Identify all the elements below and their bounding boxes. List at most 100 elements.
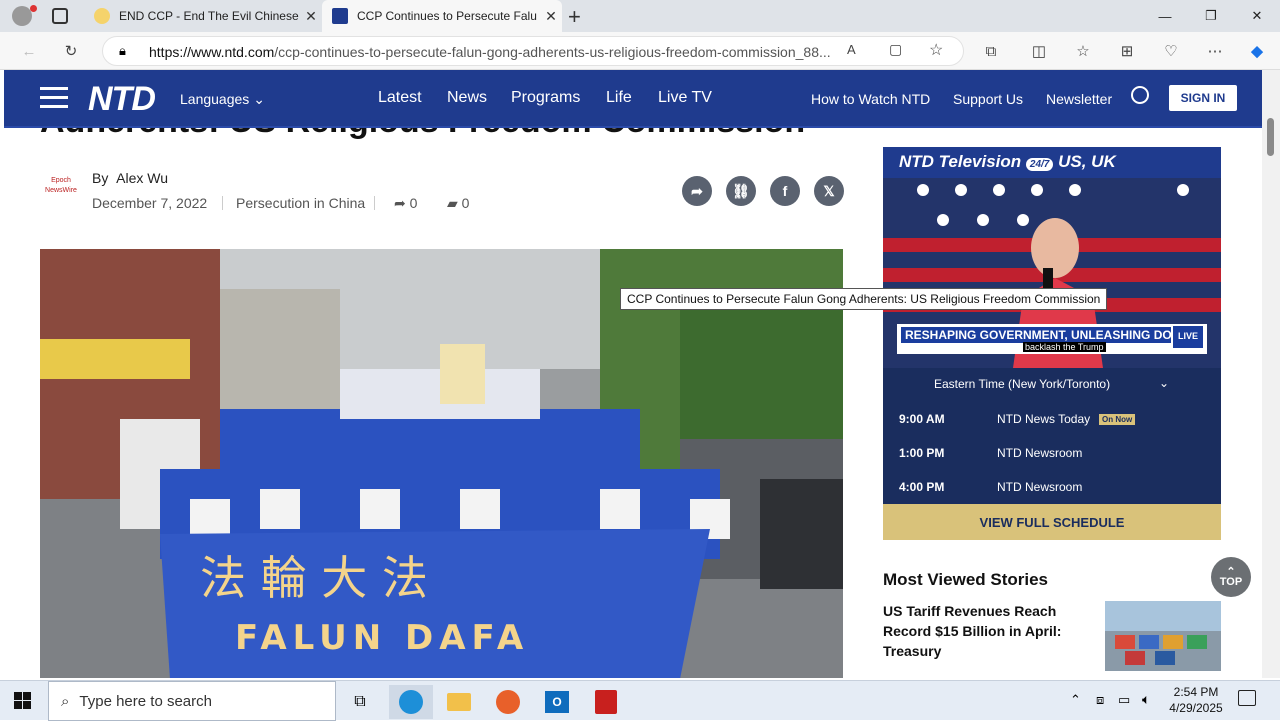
schedule-row[interactable]: 1:00 PM NTD Newsroom [883, 436, 1221, 470]
tab-endccp[interactable]: END CCP - End The Evil Chinese ✕ [84, 0, 322, 32]
timezone-selector[interactable]: Eastern Time (New York/Toronto) [934, 377, 1110, 391]
immersive-reader-icon[interactable]: ▢ [889, 41, 902, 58]
lock-icon[interactable]: 🔒︎ [119, 43, 126, 59]
back-icon[interactable]: ← [14, 36, 44, 66]
ntd-news-ticker-logo: LIVE [1173, 326, 1203, 348]
schedule-row[interactable]: 9:00 AM NTD News Today On Now [883, 402, 1221, 436]
tab-ntd-article[interactable]: CCP Continues to Persecute Falu ✕ [322, 0, 562, 32]
edge-taskbar-icon[interactable] [389, 685, 433, 719]
languages-dropdown[interactable]: Languages ⌄ [180, 91, 265, 108]
hamburger-menu-icon[interactable] [40, 87, 68, 109]
notifications-icon[interactable] [1238, 690, 1256, 706]
close-tab-icon[interactable]: ✕ [540, 8, 562, 25]
ntd-favicon-icon [332, 8, 348, 24]
nav-how-to-watch[interactable]: How to Watch NTD [811, 91, 930, 107]
site-navbar: NTD Languages ⌄ Latest News Programs Lif… [4, 70, 1262, 128]
search-icon[interactable] [1131, 86, 1149, 104]
nav-newsletter[interactable]: Newsletter [1046, 91, 1112, 107]
split-screen-icon[interactable]: ◫ [1024, 36, 1054, 66]
sign-in-button[interactable]: SIGN IN [1169, 85, 1237, 111]
taskbar-clock[interactable]: 2:54 PM 4/29/2025 [1168, 684, 1224, 716]
scrollbar-thumb[interactable] [1267, 118, 1274, 156]
windows-start-icon[interactable] [14, 692, 32, 710]
url-text: https://www.ntd.com/ccp-continues-to-per… [149, 44, 831, 60]
profile-icon[interactable] [12, 6, 32, 26]
refresh-icon[interactable]: ↻ [56, 36, 86, 66]
collections-icon[interactable]: ⊞ [1112, 36, 1142, 66]
most-viewed-story-link[interactable]: US Tariff Revenues Reach Record $15 Bill… [883, 601, 1063, 661]
address-toolbar: ← ↻ 🔒︎ https://www.ntd.com/ccp-continues… [0, 32, 1280, 70]
on-now-badge: On Now [1099, 414, 1136, 425]
category-link[interactable]: Persecution in China [236, 195, 365, 211]
most-viewed-heading: Most Viewed Stories [883, 570, 1049, 589]
news-ticker: RESHAPING GOVERNMENT, UNLEASHING DOGE LI… [897, 324, 1207, 354]
nav-live-tv[interactable]: Live TV [658, 89, 712, 107]
schedule-row[interactable]: 4:00 PM NTD Newsroom [883, 470, 1221, 504]
network-icon[interactable]: ▭ [1118, 692, 1130, 708]
author-link[interactable]: Alex Wu [116, 170, 168, 186]
banner-falun-dafa-text: FALUN DAFA [235, 618, 529, 658]
back-to-top-button[interactable]: ⌃ TOP [1211, 557, 1251, 597]
chevron-down-icon[interactable]: ⌄ [1159, 376, 1169, 390]
badge-24-7: 24/7 [1025, 158, 1054, 171]
taskbar-search-input[interactable]: ⌕ Type here to search [48, 681, 336, 721]
share-arrow-icon: ➦ [394, 195, 406, 211]
volume-icon[interactable]: 🔈︎ [1142, 691, 1150, 708]
new-tab-button[interactable]: + [568, 4, 581, 30]
minimize-icon[interactable]: — [1142, 0, 1188, 32]
read-aloud-icon[interactable]: A [847, 42, 856, 57]
ticker-headline: RESHAPING GOVERNMENT, UNLEASHING DOGE [901, 327, 1171, 343]
restore-icon[interactable]: ❐ [1188, 0, 1234, 32]
task-view-icon[interactable]: ⧉ [338, 685, 382, 719]
nav-news[interactable]: News [447, 89, 487, 107]
windows-taskbar: ⌕ Type here to search ⧉ O ⌃ ⧈ ▭ 🔈︎ 2:54 … [0, 680, 1280, 721]
x-twitter-icon[interactable]: 𝕏 [814, 176, 844, 206]
notification-dot-icon [30, 5, 37, 12]
search-icon: ⌕ [61, 692, 70, 710]
chevron-up-icon[interactable]: ⌃ [1070, 692, 1081, 708]
nav-support-us[interactable]: Support Us [953, 91, 1023, 107]
comment-icon: ▰ [447, 195, 458, 211]
browser-tab-strip: END CCP - End The Evil Chinese ✕ CCP Con… [0, 0, 1280, 32]
file-explorer-icon[interactable] [437, 685, 481, 719]
url-field[interactable]: 🔒︎ https://www.ntd.com/ccp-continues-to-… [102, 36, 964, 66]
tab-title: END CCP - End The Evil Chinese [119, 9, 299, 23]
story-thumbnail[interactable] [1105, 601, 1221, 671]
epoch-newswire-logo: Epoch NewsWire [45, 177, 77, 194]
nav-programs[interactable]: Programs [511, 89, 580, 107]
live-widget-header: NTD Television 24/7 US, UK [883, 147, 1221, 178]
comment-count[interactable]: ▰ 0 [447, 195, 469, 212]
banner-chinese-characters: 法 輪 大 法 [200, 551, 428, 605]
copy-link-icon[interactable]: ⛓ [726, 176, 756, 206]
chevron-down-icon: ⌄ [253, 91, 265, 107]
outlook-icon[interactable]: O [535, 685, 579, 719]
browser-essentials-icon[interactable]: ♡ [1156, 36, 1186, 66]
device-icon[interactable]: ⧈ [1096, 692, 1104, 708]
facebook-icon[interactable]: f [770, 176, 800, 206]
byline: By Alex Wu [92, 170, 168, 186]
copilot-icon[interactable]: ◆ [1242, 36, 1272, 66]
view-full-schedule-button[interactable]: VIEW FULL SCHEDULE [883, 504, 1221, 540]
ntd-logo[interactable]: NTD [88, 80, 156, 119]
close-window-icon[interactable]: ✕ [1234, 0, 1280, 32]
endccp-favicon-icon [94, 8, 110, 24]
share-count: ➦ 0 [394, 195, 418, 211]
publish-date: December 7, 2022 [92, 195, 208, 211]
page-scrollbar[interactable] [1262, 70, 1280, 678]
share-button[interactable]: ➦ [682, 176, 712, 206]
divider [222, 196, 223, 210]
close-tab-icon[interactable]: ✕ [300, 8, 322, 25]
acrobat-icon[interactable] [584, 685, 628, 719]
extensions-icon[interactable]: ⧉ [976, 36, 1006, 66]
favorite-star-icon[interactable]: ☆ [929, 40, 943, 60]
tab-title: CCP Continues to Persecute Falu [357, 9, 537, 23]
firefox-icon[interactable] [486, 685, 530, 719]
favorites-icon[interactable]: ☆ [1068, 36, 1098, 66]
live-video-player[interactable]: RESHAPING GOVERNMENT, UNLEASHING DOGE LI… [883, 178, 1221, 368]
nav-latest[interactable]: Latest [378, 89, 422, 107]
nav-life[interactable]: Life [606, 89, 632, 107]
ticker-subtext: backlash the Trump [1023, 342, 1106, 352]
more-menu-icon[interactable]: ⋯ [1200, 36, 1230, 66]
link-tooltip: CCP Continues to Persecute Falun Gong Ad… [620, 288, 1108, 310]
tab-actions-icon[interactable] [52, 8, 68, 24]
